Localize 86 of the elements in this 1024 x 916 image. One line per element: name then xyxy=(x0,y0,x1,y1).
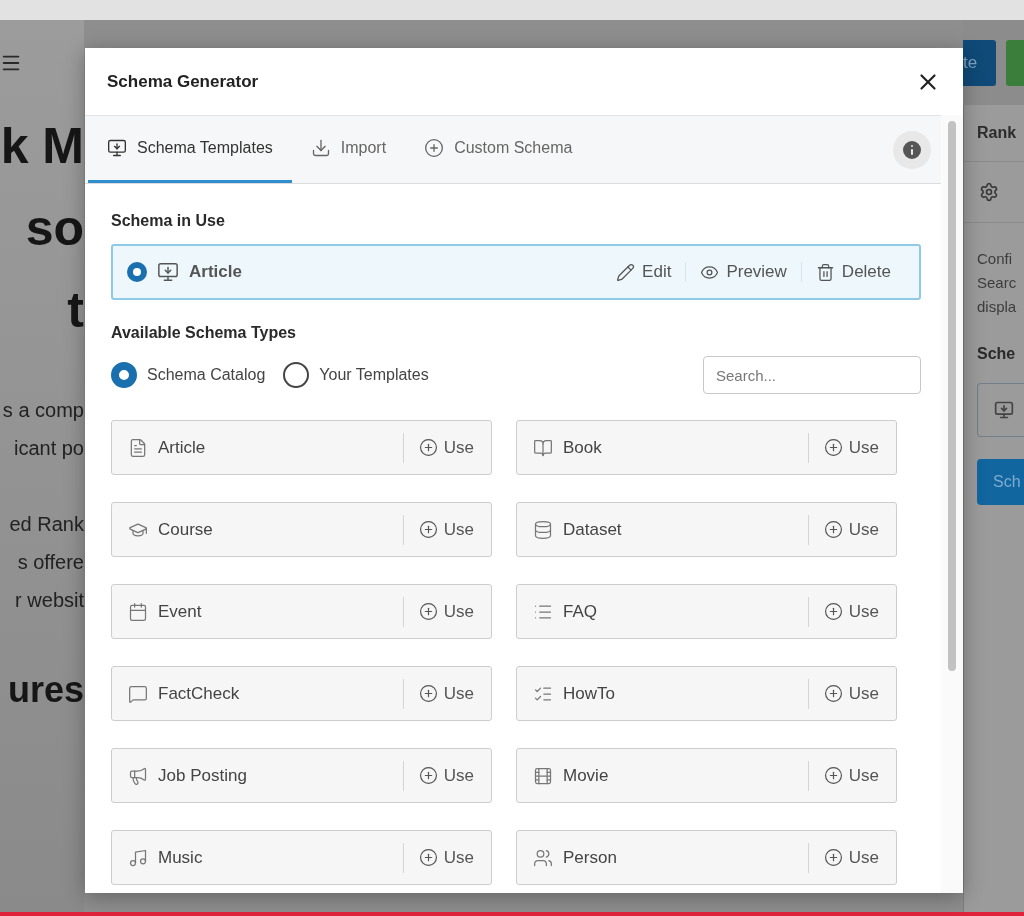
calendar-icon xyxy=(128,601,148,622)
database-icon xyxy=(533,519,553,540)
paragraph-text: r websit xyxy=(15,588,84,613)
template-icon xyxy=(994,400,1014,420)
schema-name: Article xyxy=(189,262,242,282)
radio-button[interactable] xyxy=(111,362,137,388)
plus-circle-icon xyxy=(418,848,438,867)
radio-button[interactable] xyxy=(283,362,310,388)
settings-icon[interactable] xyxy=(979,182,999,202)
dialog-title: Schema Generator xyxy=(107,71,259,92)
use-button[interactable]: Use xyxy=(807,432,896,463)
use-button[interactable]: Use xyxy=(402,842,491,873)
tab[interactable]: Import xyxy=(291,116,406,183)
film-icon xyxy=(533,765,553,786)
action-button[interactable]: Edit xyxy=(602,262,686,282)
plus-circle-icon xyxy=(823,766,843,785)
use-button[interactable]: Use xyxy=(402,432,491,463)
use-button[interactable]: Use xyxy=(402,514,491,545)
description-text: Confi xyxy=(977,249,1014,269)
schema-type-name: Article xyxy=(158,437,206,458)
description-text: displa xyxy=(977,297,1018,317)
schema-type-name: Music xyxy=(158,847,203,868)
use-button[interactable]: Use xyxy=(807,596,896,627)
section-heading: Available Schema Types xyxy=(111,324,297,342)
edit-icon xyxy=(616,262,636,282)
paragraph-text: ed Rank xyxy=(9,512,84,537)
plus-circle-icon xyxy=(823,602,843,621)
megaphone-icon xyxy=(128,765,148,786)
section-title: Sche xyxy=(977,345,1017,363)
plus-circle-icon xyxy=(418,766,438,785)
schema-type-name: Movie xyxy=(563,765,609,786)
use-button[interactable]: Use xyxy=(807,514,896,545)
plus-circle-icon xyxy=(418,684,438,703)
trash-icon xyxy=(815,262,835,282)
heading-text: k M xyxy=(0,117,84,176)
action-button[interactable]: Preview xyxy=(685,262,801,282)
use-button[interactable]: Use xyxy=(402,678,491,709)
heading-text: t xyxy=(67,281,84,340)
paragraph-text: s offere xyxy=(17,550,84,575)
heading-text: so xyxy=(25,199,84,258)
schema-type-name: HowTo xyxy=(563,683,615,704)
schema-type-name: FAQ xyxy=(563,601,597,622)
schema-type-name: Person xyxy=(563,847,617,868)
plus-circle-icon xyxy=(823,848,843,867)
description-text: Searc xyxy=(977,273,1018,293)
use-button[interactable]: Use xyxy=(807,678,896,709)
template-icon xyxy=(107,138,127,158)
schema-type-name: Dataset xyxy=(563,519,622,540)
radio-option[interactable]: Schema Catalog xyxy=(111,362,266,388)
scrollbar[interactable] xyxy=(941,115,963,893)
paragraph-text: icant po xyxy=(13,436,84,461)
plus-circle-icon xyxy=(418,602,438,621)
plus-circle-icon xyxy=(823,684,843,703)
tab[interactable]: Schema Templates xyxy=(88,116,292,183)
action-button[interactable]: Delete xyxy=(800,262,905,282)
info-button[interactable] xyxy=(893,130,931,169)
search-field[interactable]: Search... xyxy=(703,356,921,394)
use-button[interactable]: Use xyxy=(402,760,491,791)
download-icon xyxy=(310,138,331,158)
sidebar-title: Rank xyxy=(977,123,1018,143)
use-button[interactable]: Use xyxy=(807,842,896,873)
schema-item[interactable] xyxy=(977,383,1024,437)
message-icon xyxy=(128,683,148,704)
radio-option[interactable]: Your Templates xyxy=(283,362,429,388)
schema-type-name: Event xyxy=(158,601,202,622)
document-icon xyxy=(128,437,148,458)
use-button[interactable]: Use xyxy=(807,760,896,791)
section-heading: Schema in Use xyxy=(111,212,226,230)
plus-circle-icon xyxy=(823,438,843,457)
template-icon xyxy=(157,261,179,283)
plus-circle-icon xyxy=(424,138,445,158)
schema-type-name: Book xyxy=(563,437,602,458)
radio-button[interactable] xyxy=(127,262,147,282)
use-button[interactable]: Use xyxy=(402,596,491,627)
tab[interactable]: Custom Schema xyxy=(405,116,592,183)
schema-type-name: Job Posting xyxy=(158,765,247,786)
plus-circle-icon xyxy=(418,438,438,457)
subheading-text: ures xyxy=(7,668,84,712)
schema-type-name: FactCheck xyxy=(158,683,240,704)
music-note-icon xyxy=(128,847,148,868)
people-icon xyxy=(533,847,553,868)
book-icon xyxy=(533,437,553,458)
plus-circle-icon xyxy=(418,520,438,539)
plus-circle-icon xyxy=(823,520,843,539)
schema-type-name: Course xyxy=(158,519,213,540)
paragraph-text: s a comp xyxy=(2,398,84,423)
